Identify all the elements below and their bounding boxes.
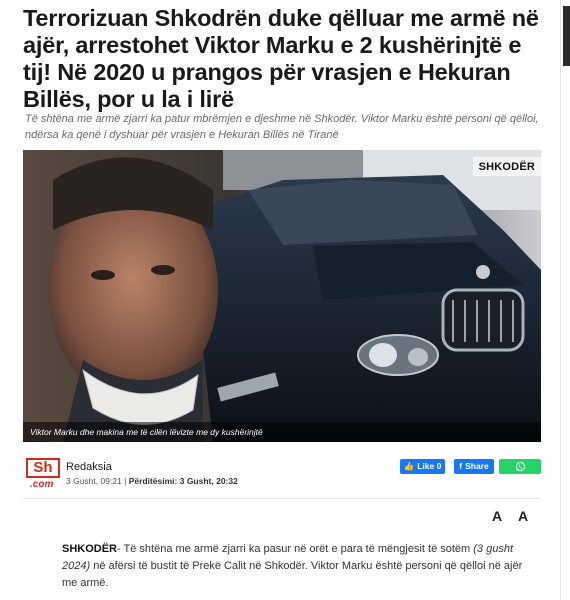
facebook-icon: f xyxy=(459,461,463,471)
updated-date: Përditësimi: 3 Gusht, 20:32 xyxy=(128,476,238,486)
divider xyxy=(23,498,541,499)
site-logo[interactable]: Sh .com xyxy=(26,458,60,492)
hero-image[interactable]: SHKODËR Viktor Marku dhe makina me të ci… xyxy=(23,150,541,442)
whatsapp-share-button[interactable] xyxy=(499,459,541,474)
author-name[interactable]: Redaksia xyxy=(66,461,112,473)
body-text-1: - Të shtëna me armë zjarri ka pasur në o… xyxy=(117,543,474,555)
body-place: SHKODËR xyxy=(62,543,118,555)
whatsapp-icon xyxy=(515,461,525,472)
facebook-like-button[interactable]: 👍 Like 0 xyxy=(400,459,445,474)
font-size-tools: A A xyxy=(490,508,540,528)
image-caption: Viktor Marku dhe makina me të cilën lëvi… xyxy=(23,422,541,442)
body-text-2: në afërsi të bustit të Prekë Calit në Sh… xyxy=(62,560,523,589)
article-subhead: Të shtëna me armë zjarri ka patur mbrëmj… xyxy=(25,113,539,141)
logo-main: Sh xyxy=(26,458,60,478)
right-edge-strip xyxy=(560,0,570,600)
facebook-share-button[interactable]: f Share xyxy=(454,459,494,474)
location-badge: SHKODËR xyxy=(472,157,541,176)
like-label: Like 0 xyxy=(417,461,442,471)
publish-date: 3 Gusht, 09:21 xyxy=(66,476,122,486)
author-row: Sh .com Redaksia 3 Gusht, 09:21 | Përdit… xyxy=(23,452,541,492)
logo-sub: .com xyxy=(30,479,54,490)
increase-font-button[interactable]: A xyxy=(518,508,528,524)
article-headline: Terrorizuan Shkodrën duke qëlluar me arm… xyxy=(23,5,539,112)
publish-meta: 3 Gusht, 09:21 | Përditësimi: 3 Gusht, 2… xyxy=(66,476,238,486)
thumbs-up-icon: 👍 xyxy=(403,461,415,471)
hero-photo xyxy=(23,150,541,442)
decrease-font-button[interactable]: A xyxy=(492,508,502,524)
article-body: SHKODËR- Të shtëna me armë zjarri ka pas… xyxy=(62,541,532,592)
share-label: Share xyxy=(465,461,489,471)
ad-thumbnail[interactable] xyxy=(563,6,570,66)
